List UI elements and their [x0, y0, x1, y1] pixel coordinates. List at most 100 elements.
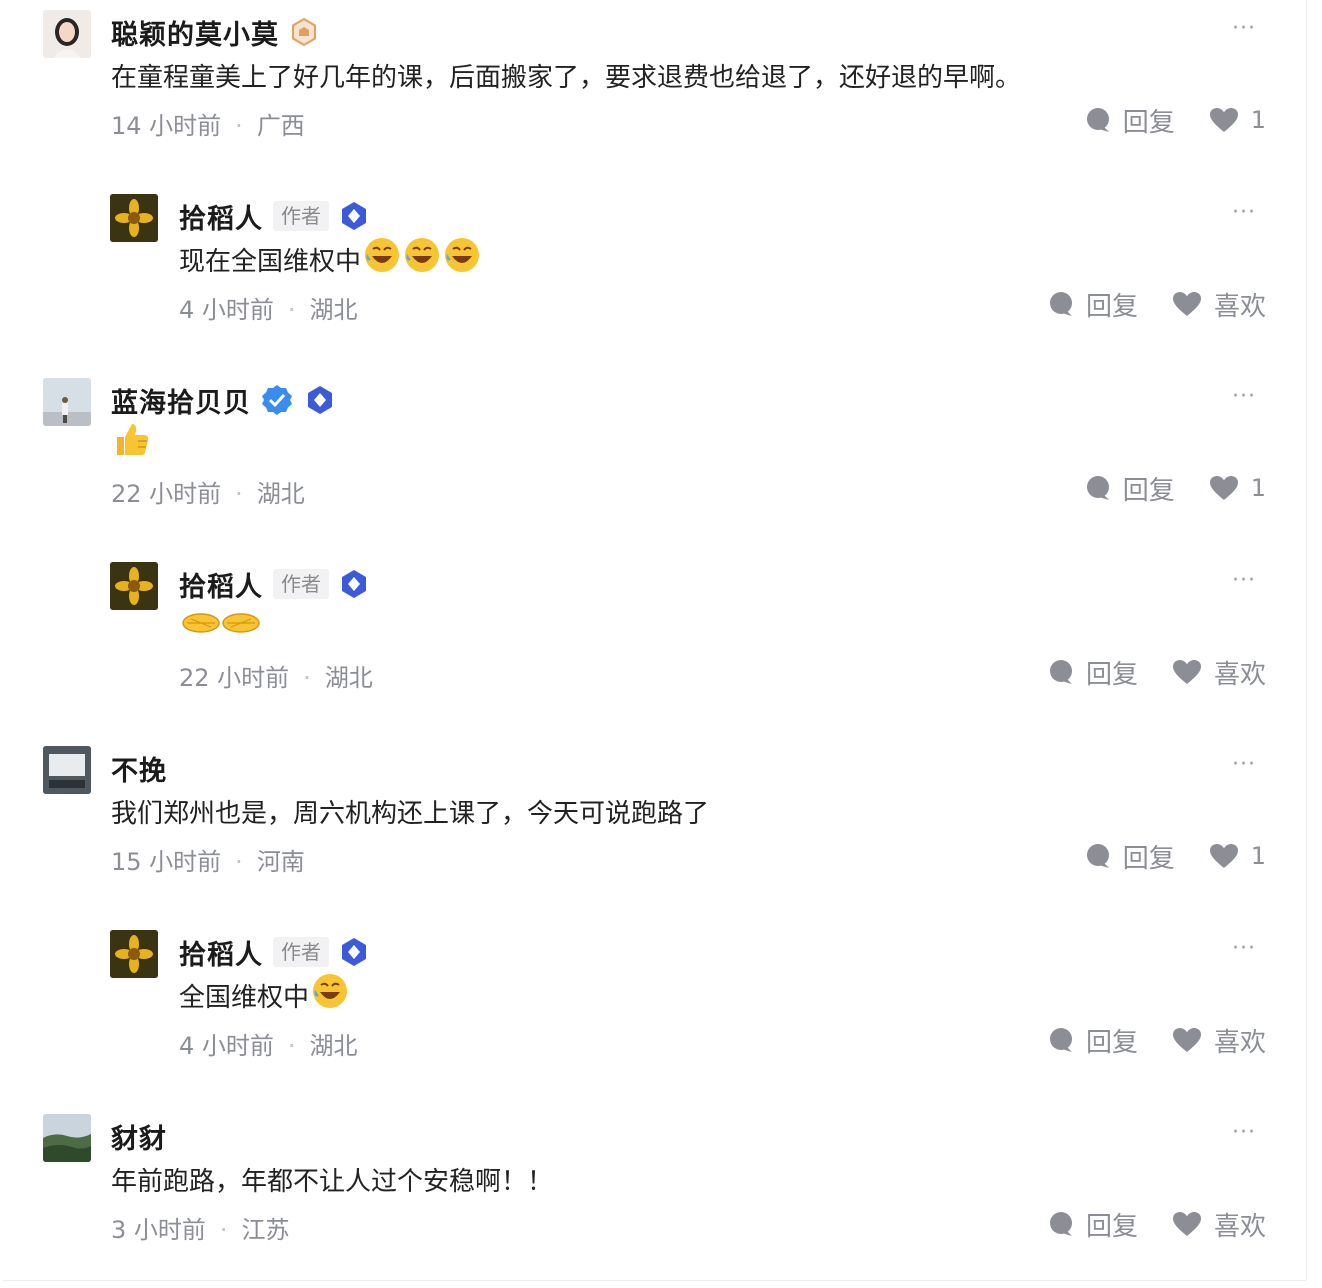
comment-time: 22 小时前 — [111, 480, 222, 508]
reply-button[interactable]: 回复 — [1048, 654, 1138, 691]
comment-item: 蓝海拾贝贝 ··· 22 小时前 · 湖北 回复 1 — [3, 368, 1306, 552]
laugh-cry-emoji-icon — [403, 236, 441, 288]
comment-location: 湖北 — [324, 664, 373, 692]
hexagon-badge-icon — [339, 937, 369, 967]
reply-button[interactable]: 回复 — [1048, 1022, 1138, 1059]
reply-button[interactable]: 回复 — [1048, 1206, 1138, 1243]
comment-meta: 4 小时前 · 湖北 — [179, 1032, 358, 1060]
reply-bubble-icon — [1049, 1212, 1072, 1236]
username[interactable]: 拾稻人 — [179, 933, 263, 972]
username[interactable]: 豺豺 — [111, 1117, 167, 1156]
comment-time: 14 小时前 — [111, 112, 222, 140]
comment-meta: 15 小时前 · 河南 — [111, 848, 305, 876]
comment-time: 22 小时前 — [179, 664, 290, 692]
more-options-icon[interactable]: ··· — [1232, 1120, 1256, 1145]
comment-time: 15 小时前 — [111, 848, 222, 876]
flower-avatar[interactable] — [110, 194, 158, 242]
flower-avatar[interactable] — [110, 930, 158, 978]
forest-landscape-avatar[interactable] — [43, 1114, 91, 1162]
comment-text: 现在全国维权中 — [179, 238, 481, 284]
more-options-icon[interactable]: ··· — [1232, 752, 1256, 777]
comment-meta: 22 小时前 · 湖北 — [179, 664, 373, 692]
thumbs-up-emoji-icon — [113, 420, 151, 472]
heart-icon — [1172, 1028, 1201, 1052]
reply-label: 回复 — [1085, 291, 1138, 322]
reply-item: 拾稻人 作者 ··· 现在全国维权中 4 小时前 · 湖北 回复 喜欢 — [3, 184, 1306, 368]
hexagon-badge-icon — [339, 569, 369, 599]
comment-location: 河南 — [256, 848, 305, 876]
flower-avatar[interactable] — [110, 562, 158, 610]
reply-button[interactable]: 回复 — [1048, 286, 1138, 323]
woman-portrait-avatar[interactable] — [43, 10, 91, 58]
comment-meta: 22 小时前 · 湖北 — [111, 480, 305, 508]
screen-avatar[interactable] — [43, 746, 91, 794]
comment-text: 年前跑路，年都不让人过个安稳啊！！ — [111, 1167, 554, 1197]
laugh-cry-emoji-icon — [443, 236, 481, 288]
like-button[interactable]: 1 — [1209, 474, 1266, 502]
comment-time: 3 小时前 — [111, 1216, 206, 1244]
like-button[interactable]: 喜欢 — [1172, 654, 1266, 691]
comment-location: 湖北 — [256, 480, 305, 508]
more-options-icon[interactable]: ··· — [1232, 936, 1256, 961]
reply-label: 回复 — [1122, 475, 1175, 506]
reply-label: 回复 — [1085, 1211, 1138, 1242]
like-count: 1 — [1250, 474, 1266, 502]
heart-icon — [1209, 844, 1238, 868]
username[interactable]: 拾稻人 — [179, 197, 263, 236]
hexagon-badge-icon — [339, 201, 369, 231]
more-options-icon[interactable]: ··· — [1232, 384, 1256, 409]
username[interactable]: 蓝海拾贝贝 — [111, 381, 251, 420]
reply-bubble-icon — [1049, 292, 1072, 316]
like-button[interactable]: 喜欢 — [1172, 286, 1266, 323]
heart-icon — [1209, 108, 1238, 132]
heart-icon — [1209, 476, 1238, 500]
laugh-cry-emoji-icon — [311, 972, 349, 1024]
hexagon-badge-icon — [305, 385, 335, 415]
author-tag: 作者 — [273, 937, 329, 967]
level-badge-icon — [289, 17, 319, 47]
username[interactable]: 拾稻人 — [179, 565, 263, 604]
comment-text — [179, 608, 261, 652]
comment-meta: 14 小时前 · 广西 — [111, 112, 305, 140]
like-label: 喜欢 — [1213, 659, 1266, 690]
comment-time: 4 小时前 — [179, 296, 274, 324]
reply-bubble-icon — [1049, 660, 1072, 684]
comment-list: 聪颖的莫小莫 ··· 在童程童美上了好几年的课，后面搬家了，要求退费也给退了，还… — [3, 0, 1306, 1280]
like-button[interactable]: 1 — [1209, 106, 1266, 134]
more-options-icon[interactable]: ··· — [1232, 568, 1256, 593]
comment-text: 在童程童美上了好几年的课，后面搬家了，要求退费也给退了，还好退的早啊。 — [111, 63, 1022, 93]
comment-time: 4 小时前 — [179, 1032, 274, 1060]
author-tag: 作者 — [273, 569, 329, 599]
comment-text-content: 全国维权中 — [179, 983, 310, 1013]
like-button[interactable]: 1 — [1209, 842, 1266, 870]
comment-meta: 4 小时前 · 湖北 — [179, 296, 358, 324]
like-label: 喜欢 — [1213, 1211, 1266, 1242]
reply-bubble-icon — [1049, 1028, 1072, 1052]
username[interactable]: 聪颖的莫小莫 — [111, 13, 279, 52]
like-button[interactable]: 喜欢 — [1172, 1022, 1266, 1059]
comment-item: 聪颖的莫小莫 ··· 在童程童美上了好几年的课，后面搬家了，要求退费也给退了，还… — [3, 0, 1306, 184]
comment-text: 我们郑州也是，周六机构还上课了，今天可说跑路了 — [111, 799, 710, 829]
reply-button[interactable]: 回复 — [1085, 470, 1175, 507]
reply-button[interactable]: 回复 — [1085, 102, 1175, 139]
more-options-icon[interactable]: ··· — [1232, 16, 1256, 41]
reply-button[interactable]: 回复 — [1085, 838, 1175, 875]
reply-item: 拾稻人 作者 ··· 22 小时前 · 湖北 回复 喜欢 — [3, 552, 1306, 736]
heart-icon — [1172, 292, 1201, 316]
username[interactable]: 不挽 — [111, 749, 167, 788]
like-button[interactable]: 喜欢 — [1172, 1206, 1266, 1243]
reply-item: 拾稻人 作者 ··· 全国维权中 4 小时前 · 湖北 回复 喜欢 — [3, 920, 1306, 1104]
verified-check-icon — [261, 384, 293, 416]
reply-label: 回复 — [1122, 843, 1175, 874]
heart-icon — [1172, 660, 1201, 684]
more-options-icon[interactable]: ··· — [1232, 200, 1256, 225]
comment-text: 全国维权中 — [179, 974, 349, 1020]
reply-bubble-icon — [1086, 476, 1109, 500]
reply-label: 回复 — [1122, 107, 1175, 138]
man-outdoor-avatar[interactable] — [43, 378, 91, 426]
comment-text — [111, 424, 151, 468]
comment-text-content: 现在全国维权中 — [179, 247, 362, 277]
author-tag: 作者 — [273, 201, 329, 231]
reply-label: 回复 — [1085, 1027, 1138, 1058]
reply-label: 回复 — [1085, 659, 1138, 690]
